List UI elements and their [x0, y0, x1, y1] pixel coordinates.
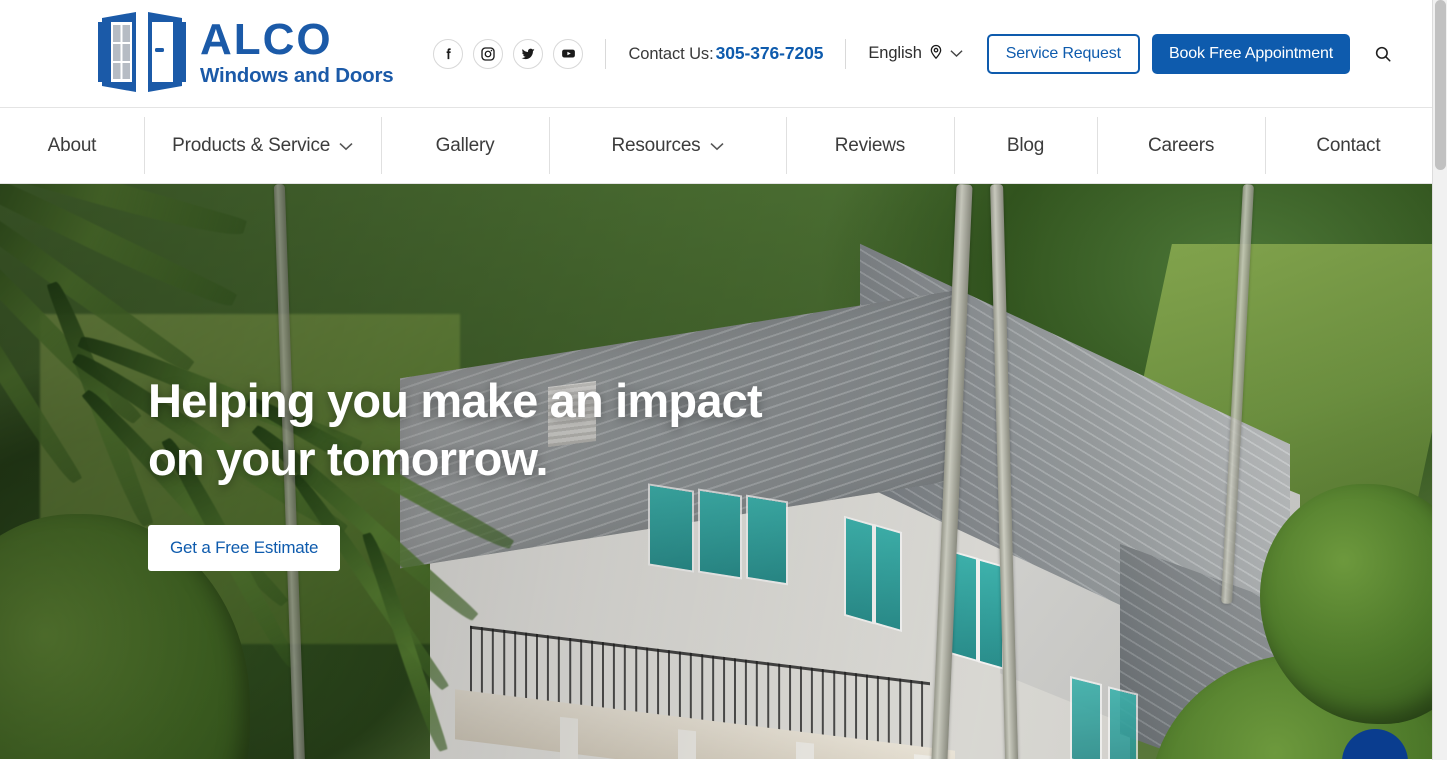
instagram-icon[interactable]	[473, 38, 504, 69]
nav-item-gallery[interactable]: Gallery	[381, 108, 548, 183]
nav-item-about[interactable]: About	[0, 108, 144, 183]
hero-headline-line1: Helping you make an impact	[148, 374, 763, 427]
youtube-icon[interactable]	[553, 38, 584, 69]
site-logo[interactable]: ALCO Windows and Doors	[96, 10, 394, 98]
nav-item-contact[interactable]: Contact	[1264, 108, 1432, 183]
nav-label: Careers	[1147, 134, 1215, 156]
hero-headline: Helping you make an impact on your tomor…	[148, 374, 763, 485]
language-selector[interactable]: English	[868, 42, 963, 66]
nav-label: About	[47, 134, 97, 156]
book-free-appointment-button[interactable]: Book Free Appointment	[1151, 33, 1350, 74]
header-divider-2	[845, 38, 847, 69]
nav-label: Blog	[1006, 134, 1045, 156]
contact-label: Contact Us:	[628, 45, 714, 63]
page-scrollbar[interactable]	[1432, 0, 1447, 760]
chevron-down-icon	[950, 45, 963, 63]
hero-headline-line2: on your tomorrow.	[148, 432, 549, 485]
chevron-down-icon	[339, 135, 353, 157]
nav-label: Reviews	[834, 134, 906, 156]
nav-item-reviews[interactable]: Reviews	[786, 108, 953, 183]
nav-label: Gallery	[435, 134, 495, 156]
scrollbar-thumb[interactable]	[1435, 0, 1446, 170]
nav-item-blog[interactable]: Blog	[953, 108, 1098, 183]
facebook-icon[interactable]	[433, 38, 464, 69]
chevron-down-icon	[709, 135, 724, 157]
nav-item-resources[interactable]: Resources	[548, 108, 787, 183]
service-request-button[interactable]: Service Request	[986, 33, 1140, 74]
nav-label: Resources	[611, 134, 701, 156]
nav-item-careers[interactable]: Careers	[1097, 108, 1264, 183]
site-header: ALCO Windows and Doors Contact Us: 305-3…	[0, 0, 1432, 108]
hero-section: Helping you make an impact on your tomor…	[0, 184, 1432, 759]
open-door-window-icon	[96, 10, 188, 98]
social-links	[433, 38, 584, 69]
main-navigation: About Products & Service Gallery Resourc…	[0, 108, 1432, 184]
header-divider-1	[605, 38, 607, 69]
search-icon[interactable]	[1368, 39, 1398, 69]
nav-label: Contact	[1316, 134, 1381, 156]
nav-label: Products & Service	[172, 134, 331, 156]
get-free-estimate-button[interactable]: Get a Free Estimate	[148, 525, 341, 571]
logo-name: ALCO	[200, 14, 333, 64]
contact-us: Contact Us: 305-376-7205	[628, 43, 823, 64]
phone-number-link[interactable]: 305-376-7205	[716, 43, 824, 63]
language-label: English	[868, 44, 922, 62]
browser-page: ALCO Windows and Doors Contact Us: 305-3…	[0, 0, 1447, 760]
logo-tagline: Windows and Doors	[200, 63, 394, 87]
twitter-icon[interactable]	[513, 38, 544, 69]
location-pin-icon	[928, 42, 944, 66]
hero-content: Helping you make an impact on your tomor…	[148, 374, 763, 571]
logo-wordmark: ALCO Windows and Doors	[200, 14, 394, 88]
page-viewport: ALCO Windows and Doors Contact Us: 305-3…	[0, 0, 1432, 760]
nav-item-products-service[interactable]: Products & Service	[143, 108, 382, 183]
